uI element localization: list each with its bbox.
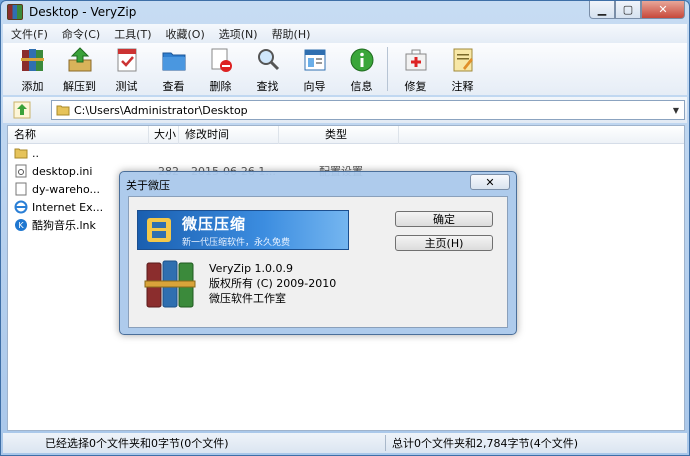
banner-logo-icon [147, 218, 171, 242]
test-doc-icon [112, 45, 142, 75]
list-header: 名称 大小 修改时间 类型 [8, 125, 684, 144]
archive-books-icon [18, 45, 48, 75]
magnifier-icon [253, 45, 283, 75]
column-name[interactable]: 名称 [8, 125, 149, 144]
folder-icon [14, 148, 28, 159]
add-button[interactable]: 添加 [9, 43, 56, 95]
menu-tools[interactable]: 工具(T) [114, 26, 151, 42]
menu-help[interactable]: 帮助(H) [272, 26, 311, 42]
wizard-button[interactable]: 向导 [291, 43, 338, 95]
internet-explorer-icon [14, 200, 28, 214]
status-bar: 已经选择0个文件夹和0字节(0个文件) 总计0个文件夹和2,784字节(4个文件… [3, 433, 687, 453]
title-bar[interactable]: Desktop - VeryZip ▁ ▢ ✕ [1, 1, 689, 23]
column-type[interactable]: 类型 [279, 125, 399, 144]
window-controls: ▁ ▢ ✕ [589, 1, 685, 19]
copyright-text: 版权所有 (C) 2009-2010 [209, 277, 337, 290]
up-folder-button[interactable] [11, 100, 33, 120]
info-button[interactable]: 信息 [338, 43, 385, 95]
studio-text: 微压软件工作室 [209, 292, 286, 305]
toolbar-separator [387, 47, 388, 91]
address-input[interactable]: C:\Users\Administrator\Desktop ▼ [51, 100, 685, 120]
dialog-body: 微压压缩 新一代压缩软件，永久免费 确定 主页(H) VeryZip 1.0.0… [128, 196, 508, 328]
test-button[interactable]: 测试 [103, 43, 150, 95]
minimize-button[interactable]: ▁ [589, 1, 615, 19]
kugou-music-icon: K [15, 219, 27, 231]
comment-note-icon [448, 45, 478, 75]
repair-button[interactable]: 修复 [392, 43, 439, 95]
address-dropdown-icon[interactable]: ▼ [668, 106, 684, 115]
banner-subtitle: 新一代压缩软件，永久免费 [182, 237, 291, 248]
product-banner: 微压压缩 新一代压缩软件，永久免费 [137, 210, 349, 250]
app-icon [7, 4, 23, 20]
banner-title: 微压压缩 [182, 214, 247, 233]
status-selected: 已经选择0个文件夹和0字节(0个文件) [45, 437, 229, 450]
maximize-button[interactable]: ▢ [615, 1, 641, 19]
main-window: Desktop - VeryZip ▁ ▢ ✕ 文件(F) 命令(C) 工具(T… [0, 0, 690, 456]
list-item[interactable]: .. [8, 144, 684, 162]
file-name: dy-wareho... [32, 182, 101, 196]
first-aid-kit-icon [401, 45, 431, 75]
toolbar: 添加 解压到 测试 查看 删除 查找 向导 信息 修复 注释 [3, 43, 687, 95]
delete-button[interactable]: 删除 [197, 43, 244, 95]
file-name: .. [32, 146, 39, 160]
dialog-title: 关于微压 [126, 179, 170, 192]
about-info: VeryZip 1.0.0.9 版权所有 (C) 2009-2010 微压软件工… [209, 261, 336, 306]
homepage-button[interactable]: 主页(H) [395, 235, 493, 251]
menu-file[interactable]: 文件(F) [11, 26, 48, 42]
about-dialog: 关于微压 ✕ 微压压缩 新一代压缩软件，永久免费 确定 主页(H) VeryZi… [119, 171, 517, 335]
menu-bar: 文件(F) 命令(C) 工具(T) 收藏(O) 选项(N) 帮助(H) [3, 24, 687, 43]
folder-view-icon [159, 45, 189, 75]
menu-options[interactable]: 选项(N) [219, 26, 258, 42]
file-name: desktop.ini [32, 164, 93, 178]
window-title: Desktop - VeryZip [29, 5, 137, 19]
wizard-window-icon [300, 45, 330, 75]
menu-command[interactable]: 命令(C) [62, 26, 100, 42]
veryzip-logo-icon [144, 260, 196, 308]
svg-text:K: K [18, 221, 24, 230]
ok-button[interactable]: 确定 [395, 211, 493, 227]
find-button[interactable]: 查找 [244, 43, 291, 95]
document-icon [15, 182, 27, 196]
status-total: 总计0个文件夹和2,784字节(4个文件) [392, 437, 579, 450]
folder-icon [56, 105, 70, 116]
file-name: Internet Ex... [32, 200, 104, 214]
version-text: VeryZip 1.0.0.9 [209, 262, 294, 275]
menu-favorites[interactable]: 收藏(O) [166, 26, 205, 42]
address-bar: C:\Users\Administrator\Desktop ▼ [3, 97, 687, 123]
address-path: C:\Users\Administrator\Desktop [74, 103, 248, 117]
extract-arrow-icon [65, 45, 95, 75]
settings-file-icon [15, 164, 27, 178]
up-arrow-icon [13, 101, 31, 119]
status-separator [385, 435, 386, 451]
extract-to-button[interactable]: 解压到 [56, 43, 103, 95]
delete-doc-icon [206, 45, 236, 75]
file-name: 酷狗音乐.lnk [32, 219, 96, 232]
dialog-close-button[interactable]: ✕ [470, 174, 510, 190]
comment-button[interactable]: 注释 [439, 43, 486, 95]
close-button[interactable]: ✕ [641, 1, 685, 19]
view-button[interactable]: 查看 [150, 43, 197, 95]
info-icon [347, 45, 377, 75]
column-date[interactable]: 修改时间 [179, 125, 279, 144]
column-size[interactable]: 大小 [149, 125, 179, 144]
